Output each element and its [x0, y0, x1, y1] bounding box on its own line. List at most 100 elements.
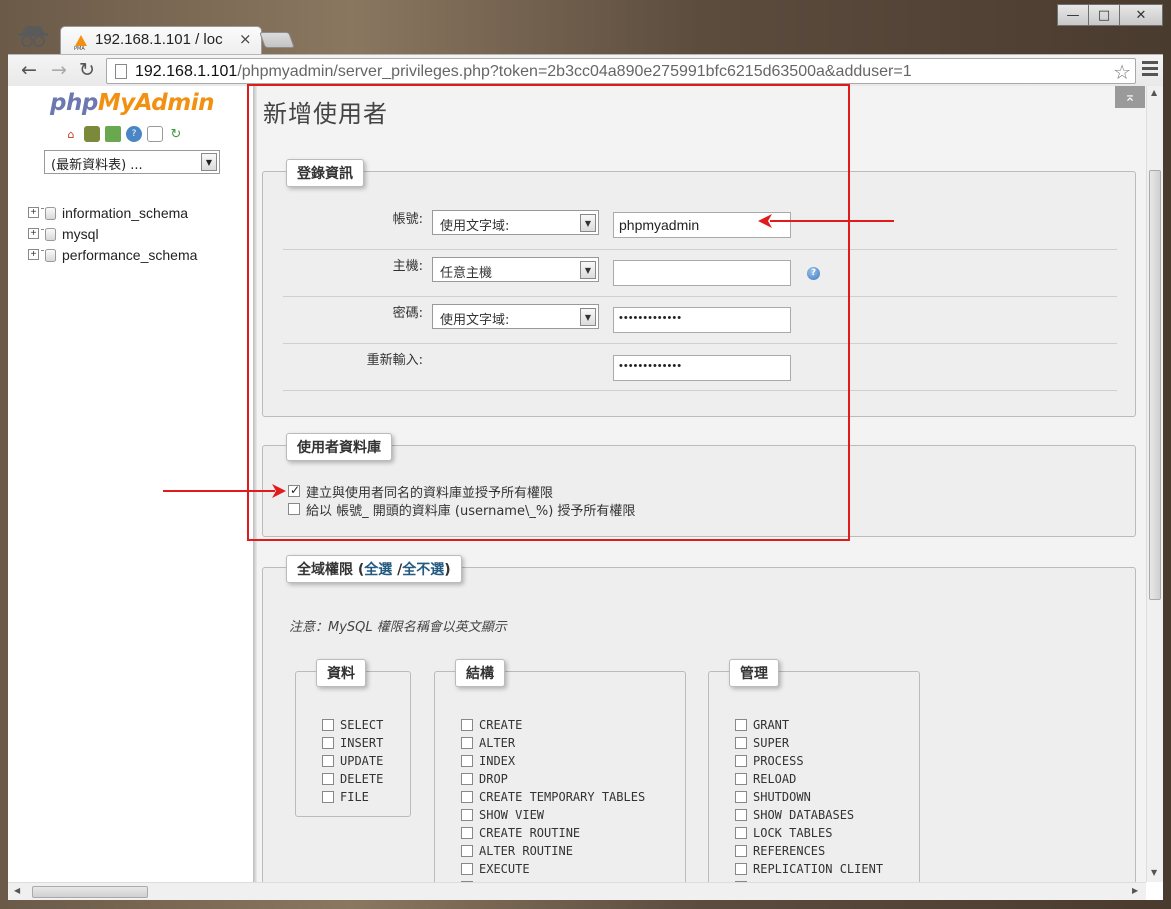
- collapse-icon[interactable]: ⌅: [1115, 86, 1145, 108]
- reload-icon[interactable]: ↻: [76, 59, 98, 81]
- admin-privilege-row[interactable]: PROCESS: [735, 752, 883, 770]
- structure-privilege-label[interactable]: DROP: [479, 772, 508, 786]
- structure-privilege-label[interactable]: EXECUTE: [479, 862, 530, 876]
- scroll-up-icon[interactable]: ▲: [1151, 88, 1157, 97]
- admin-privilege-checkbox[interactable]: [735, 863, 747, 875]
- structure-privilege-checkbox[interactable]: [461, 773, 473, 785]
- admin-privilege-row[interactable]: RELOAD: [735, 770, 883, 788]
- data-privilege-label[interactable]: UPDATE: [340, 754, 383, 768]
- admin-privilege-row[interactable]: GRANT: [735, 716, 883, 734]
- horizontal-scroll-thumb[interactable]: [32, 886, 148, 898]
- address-bar[interactable]: 192.168.1.101/phpmyadmin/server_privileg…: [106, 58, 1136, 84]
- admin-privilege-row[interactable]: REPLICATION CLIENT: [735, 860, 883, 878]
- chrome-menu-icon[interactable]: [1142, 61, 1158, 79]
- scroll-right-icon[interactable]: ▶: [1132, 886, 1138, 895]
- structure-privilege-checkbox[interactable]: [461, 845, 473, 857]
- admin-privilege-checkbox[interactable]: [735, 827, 747, 839]
- admin-privilege-checkbox[interactable]: [735, 845, 747, 857]
- tab-close-icon[interactable]: ×: [239, 30, 252, 48]
- expand-icon[interactable]: +: [28, 228, 39, 239]
- data-privilege-row[interactable]: DELETE: [322, 770, 383, 788]
- structure-privilege-label[interactable]: CREATE TEMPORARY TABLES: [479, 790, 645, 804]
- data-privilege-checkbox[interactable]: [322, 719, 334, 731]
- structure-privilege-checkbox[interactable]: [461, 737, 473, 749]
- structure-privilege-row[interactable]: CREATE: [461, 716, 645, 734]
- structure-privilege-label[interactable]: INDEX: [479, 754, 515, 768]
- structure-privilege-checkbox[interactable]: [461, 827, 473, 839]
- close-window-button[interactable]: ✕: [1119, 4, 1163, 26]
- db-name[interactable]: mysql: [62, 226, 99, 242]
- admin-privilege-row[interactable]: SHUTDOWN: [735, 788, 883, 806]
- expand-icon[interactable]: +: [28, 207, 39, 218]
- admin-privilege-checkbox[interactable]: [735, 719, 747, 731]
- vertical-scroll-thumb[interactable]: [1149, 170, 1161, 600]
- structure-privilege-label[interactable]: ALTER ROUTINE: [479, 844, 573, 858]
- structure-privilege-checkbox[interactable]: [461, 755, 473, 767]
- structure-privilege-checkbox[interactable]: [461, 809, 473, 821]
- vertical-scrollbar[interactable]: ▲ ▼: [1146, 86, 1163, 882]
- data-privilege-label[interactable]: FILE: [340, 790, 369, 804]
- select-all-link[interactable]: 全選: [364, 562, 392, 578]
- horizontal-scrollbar[interactable]: ◀ ▶: [8, 882, 1146, 900]
- admin-privilege-checkbox[interactable]: [735, 737, 747, 749]
- data-privilege-label[interactable]: DELETE: [340, 772, 383, 786]
- admin-privilege-label[interactable]: REFERENCES: [753, 844, 825, 858]
- admin-privilege-row[interactable]: SUPER: [735, 734, 883, 752]
- admin-privilege-label[interactable]: LOCK TABLES: [753, 826, 832, 840]
- admin-privilege-label[interactable]: PROCESS: [753, 754, 804, 768]
- admin-privilege-row[interactable]: LOCK TABLES: [735, 824, 883, 842]
- minimize-button[interactable]: —: [1057, 4, 1089, 26]
- phpmyadmin-logo[interactable]: phpMyAdmin: [50, 90, 214, 116]
- expand-icon[interactable]: +: [28, 249, 39, 260]
- admin-privilege-label[interactable]: SHOW DATABASES: [753, 808, 854, 822]
- admin-privilege-checkbox[interactable]: [735, 809, 747, 821]
- structure-privilege-row[interactable]: EXECUTE: [461, 860, 645, 878]
- help-docs-icon[interactable]: ?: [126, 126, 142, 142]
- structure-privilege-checkbox[interactable]: [461, 719, 473, 731]
- home-icon[interactable]: ⌂: [63, 126, 79, 142]
- structure-privilege-label[interactable]: CREATE: [479, 718, 522, 732]
- structure-privilege-label[interactable]: CREATE ROUTINE: [479, 826, 580, 840]
- tree-item-performance-schema[interactable]: + performance_schema: [28, 244, 197, 265]
- db-name[interactable]: information_schema: [62, 205, 188, 221]
- tree-item-mysql[interactable]: + mysql: [28, 223, 197, 244]
- structure-privilege-row[interactable]: ALTER: [461, 734, 645, 752]
- browser-tab[interactable]: PMA 192.168.1.101 / loc ×: [60, 26, 262, 54]
- scroll-down-icon[interactable]: ▼: [1151, 868, 1157, 877]
- admin-privilege-label[interactable]: REPLICATION CLIENT: [753, 862, 883, 876]
- tree-item-information-schema[interactable]: + information_schema: [28, 202, 197, 223]
- data-privilege-checkbox[interactable]: [322, 791, 334, 803]
- logout-icon[interactable]: [84, 126, 100, 142]
- maximize-button[interactable]: □: [1088, 4, 1120, 26]
- structure-privilege-checkbox[interactable]: [461, 791, 473, 803]
- data-privilege-checkbox[interactable]: [322, 773, 334, 785]
- deselect-all-link[interactable]: 全不選: [402, 562, 444, 578]
- back-arrow-icon[interactable]: ←: [18, 59, 40, 81]
- admin-privilege-row[interactable]: REFERENCES: [735, 842, 883, 860]
- structure-privilege-row[interactable]: CREATE ROUTINE: [461, 824, 645, 842]
- admin-privilege-checkbox[interactable]: [735, 755, 747, 767]
- bookmark-star-icon[interactable]: ☆: [1113, 60, 1131, 84]
- structure-privilege-label[interactable]: SHOW VIEW: [479, 808, 544, 822]
- admin-privilege-label[interactable]: GRANT: [753, 718, 789, 732]
- data-privilege-row[interactable]: INSERT: [322, 734, 383, 752]
- refresh-nav-icon[interactable]: ↻: [168, 126, 184, 142]
- admin-privilege-label[interactable]: SUPER: [753, 736, 789, 750]
- data-privilege-row[interactable]: UPDATE: [322, 752, 383, 770]
- structure-privilege-row[interactable]: DROP: [461, 770, 645, 788]
- data-privilege-checkbox[interactable]: [322, 755, 334, 767]
- admin-privilege-label[interactable]: RELOAD: [753, 772, 796, 786]
- structure-privilege-row[interactable]: INDEX: [461, 752, 645, 770]
- new-tab-button[interactable]: [259, 32, 295, 48]
- structure-privilege-row[interactable]: ALTER ROUTINE: [461, 842, 645, 860]
- admin-privilege-row[interactable]: SHOW DATABASES: [735, 806, 883, 824]
- admin-privilege-label[interactable]: SHUTDOWN: [753, 790, 811, 804]
- admin-privilege-checkbox[interactable]: [735, 773, 747, 785]
- documentation-icon[interactable]: [147, 126, 163, 142]
- data-privilege-label[interactable]: SELECT: [340, 718, 383, 732]
- structure-privilege-label[interactable]: ALTER: [479, 736, 515, 750]
- data-privilege-label[interactable]: INSERT: [340, 736, 383, 750]
- structure-privilege-checkbox[interactable]: [461, 863, 473, 875]
- db-name[interactable]: performance_schema: [62, 247, 197, 263]
- structure-privilege-row[interactable]: CREATE TEMPORARY TABLES: [461, 788, 645, 806]
